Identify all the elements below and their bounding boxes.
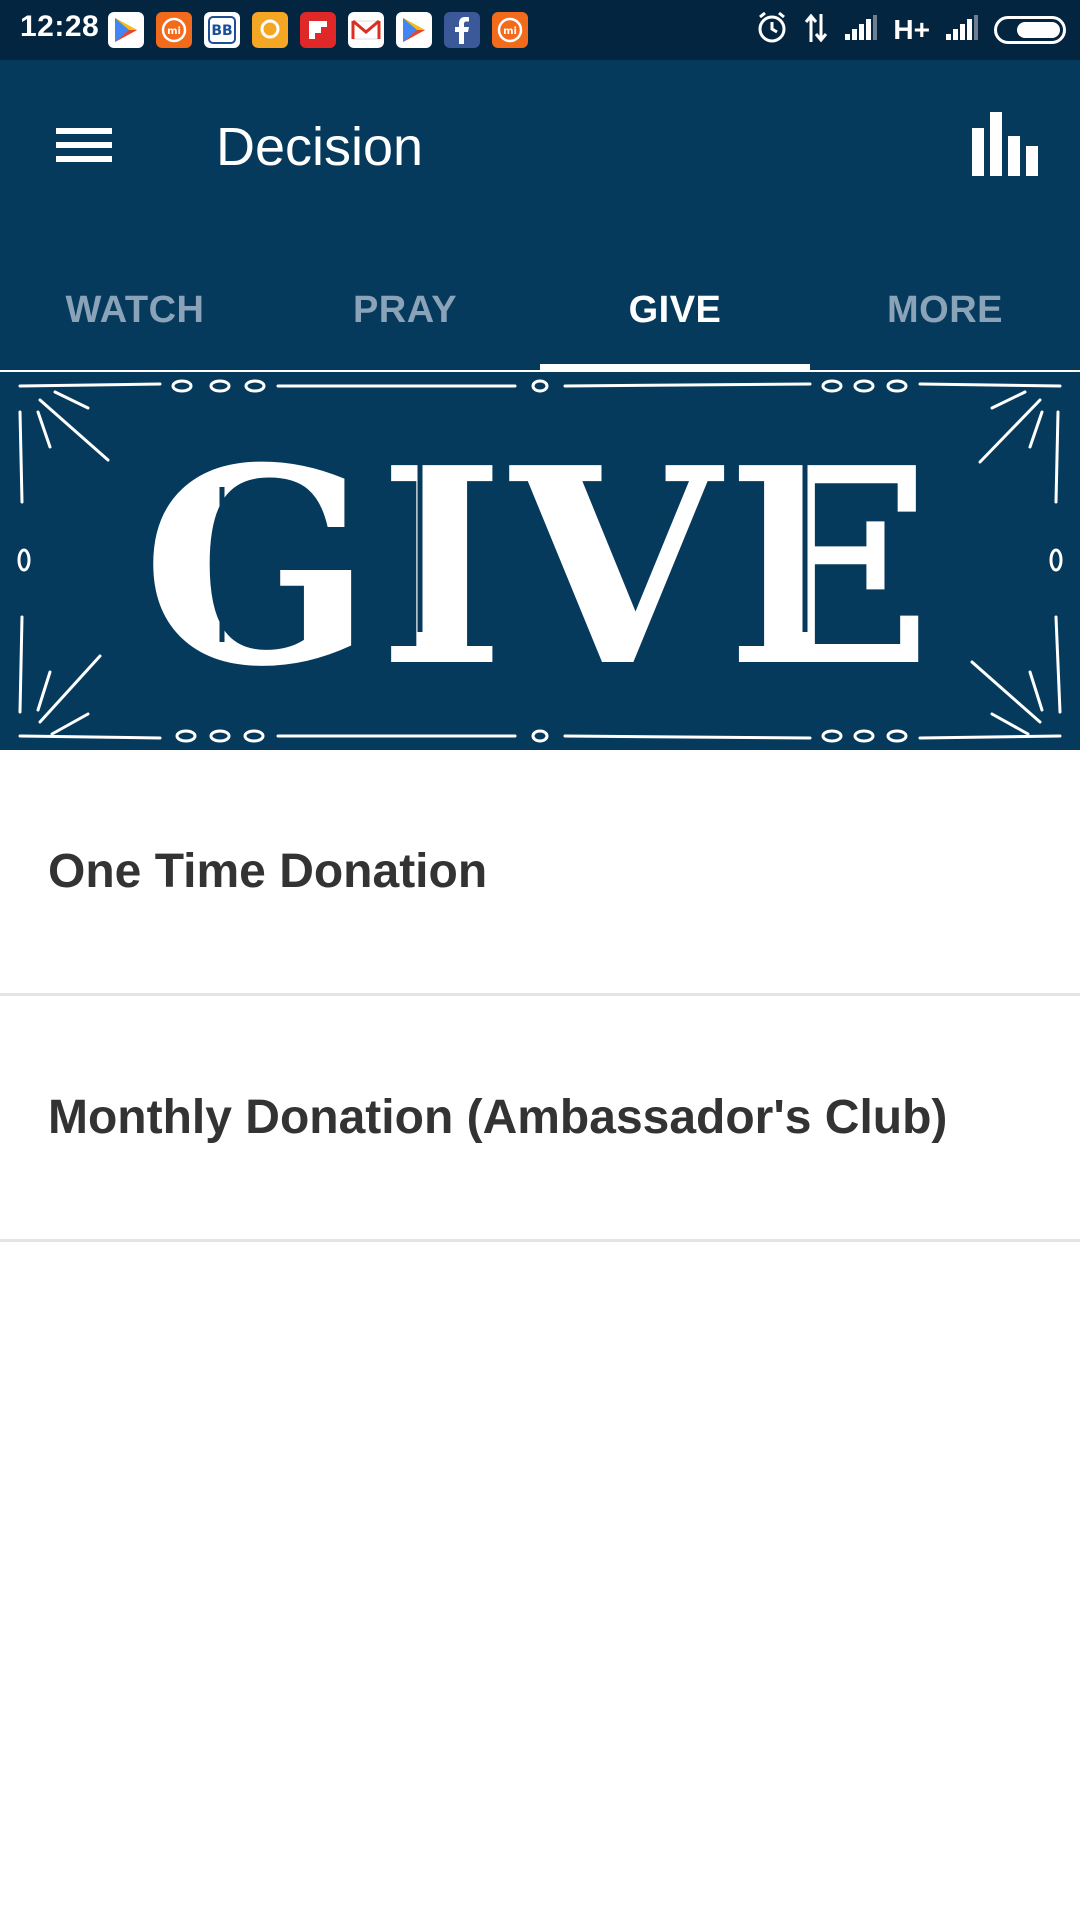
- give-banner: GIVE: [0, 372, 1080, 750]
- chat-icon: [252, 12, 288, 48]
- tab-more[interactable]: MORE: [810, 250, 1080, 370]
- tab-label: PRAY: [352, 288, 458, 331]
- battery-icon: [994, 16, 1066, 44]
- data-transfer-icon: [803, 12, 829, 49]
- app-title: Decision: [216, 117, 424, 177]
- list-item-one-time-donation[interactable]: One Time Donation: [0, 750, 1080, 996]
- mi-icon: mi: [156, 12, 192, 48]
- svg-text:mi: mi: [167, 26, 181, 37]
- facebook-icon: [444, 12, 480, 48]
- mi-icon: mi: [492, 12, 528, 48]
- status-bar: 12:28 mi BB mi H+: [0, 0, 1080, 60]
- list-item-monthly-donation[interactable]: Monthly Donation (Ambassador's Club): [0, 996, 1080, 1242]
- alarm-icon: [755, 11, 789, 50]
- gmail-icon: [348, 12, 384, 48]
- tab-watch[interactable]: WATCH: [0, 250, 270, 370]
- tab-label: WATCH: [65, 288, 205, 331]
- tab-pray[interactable]: PRAY: [270, 250, 540, 370]
- list-item-label: One Time Donation: [48, 845, 488, 898]
- bb-metro-icon: BB: [204, 12, 240, 48]
- app-bar: Decision WATCH PRAY GIVE MORE: [0, 60, 1080, 370]
- flipboard-icon: [300, 12, 336, 48]
- network-type: H+: [893, 14, 930, 45]
- svg-text:mi: mi: [503, 26, 517, 37]
- banner-text: GIVE: [142, 408, 938, 726]
- signal-icon: [944, 14, 980, 47]
- hamburger-menu-icon[interactable]: [48, 118, 120, 190]
- play-store-icon: [396, 12, 432, 48]
- notification-icons: mi BB mi: [108, 12, 528, 48]
- list-item-label: Monthly Donation (Ambassador's Club): [48, 1091, 948, 1144]
- system-icons: H+: [755, 10, 1066, 50]
- tab-bar: WATCH PRAY GIVE MORE: [0, 250, 1080, 370]
- tab-indicator: [540, 364, 810, 370]
- svg-text:BB: BB: [211, 23, 232, 39]
- tab-label: GIVE: [628, 288, 722, 331]
- status-time: 12:28: [20, 10, 100, 43]
- signal-icon: [843, 14, 879, 47]
- tab-give[interactable]: GIVE: [540, 250, 810, 370]
- play-store-icon: [108, 12, 144, 48]
- bar-chart-icon[interactable]: [968, 110, 1044, 186]
- donation-list: One Time Donation Monthly Donation (Amba…: [0, 750, 1080, 1242]
- tab-label: MORE: [887, 288, 1003, 331]
